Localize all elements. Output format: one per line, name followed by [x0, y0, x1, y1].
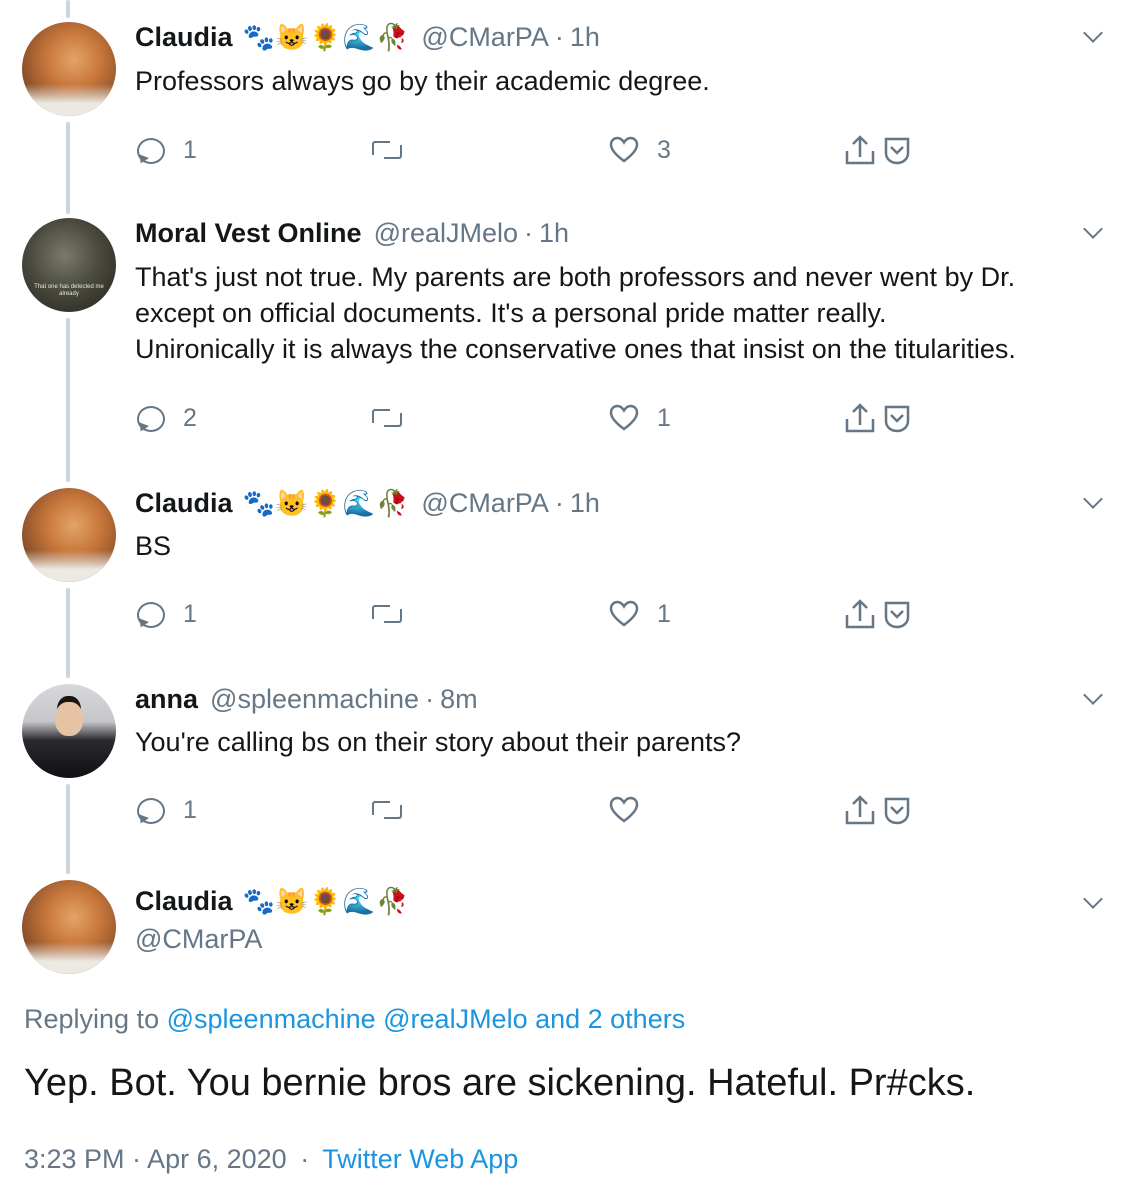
- tweet-source-link[interactable]: Twitter Web App: [322, 1144, 518, 1174]
- tweet-meta: 3:23 PM · Apr 6, 2020 · Twitter Web App: [24, 1144, 518, 1175]
- main-tweet[interactable]: Claudia 🐾😺🌻🌊🥀 @CMarPA Replying to @splee…: [0, 0, 1126, 1200]
- replying-to: Replying to @spleenmachine @realJMelo an…: [24, 1004, 685, 1035]
- main-tweet-text: Yep. Bot. You bernie bros are sickening.…: [24, 1062, 976, 1104]
- tweet-header: Claudia 🐾😺🌻🌊🥀: [135, 886, 409, 917]
- chevron-down-icon[interactable]: [1083, 889, 1103, 909]
- display-name[interactable]: Claudia: [135, 886, 233, 917]
- separator-dot: ·: [300, 1144, 310, 1174]
- name-emojis: 🐾😺🌻🌊🥀: [242, 886, 410, 916]
- tweet-timestamp[interactable]: 3:23 PM · Apr 6, 2020: [24, 1144, 287, 1174]
- replying-to-users-link[interactable]: @spleenmachine @realJMelo and 2 others: [167, 1004, 686, 1034]
- avatar[interactable]: [22, 880, 116, 974]
- user-handle[interactable]: @CMarPA: [135, 924, 262, 955]
- tweet-header-handle: @CMarPA: [135, 924, 262, 955]
- replying-to-prefix: Replying to: [24, 1004, 160, 1034]
